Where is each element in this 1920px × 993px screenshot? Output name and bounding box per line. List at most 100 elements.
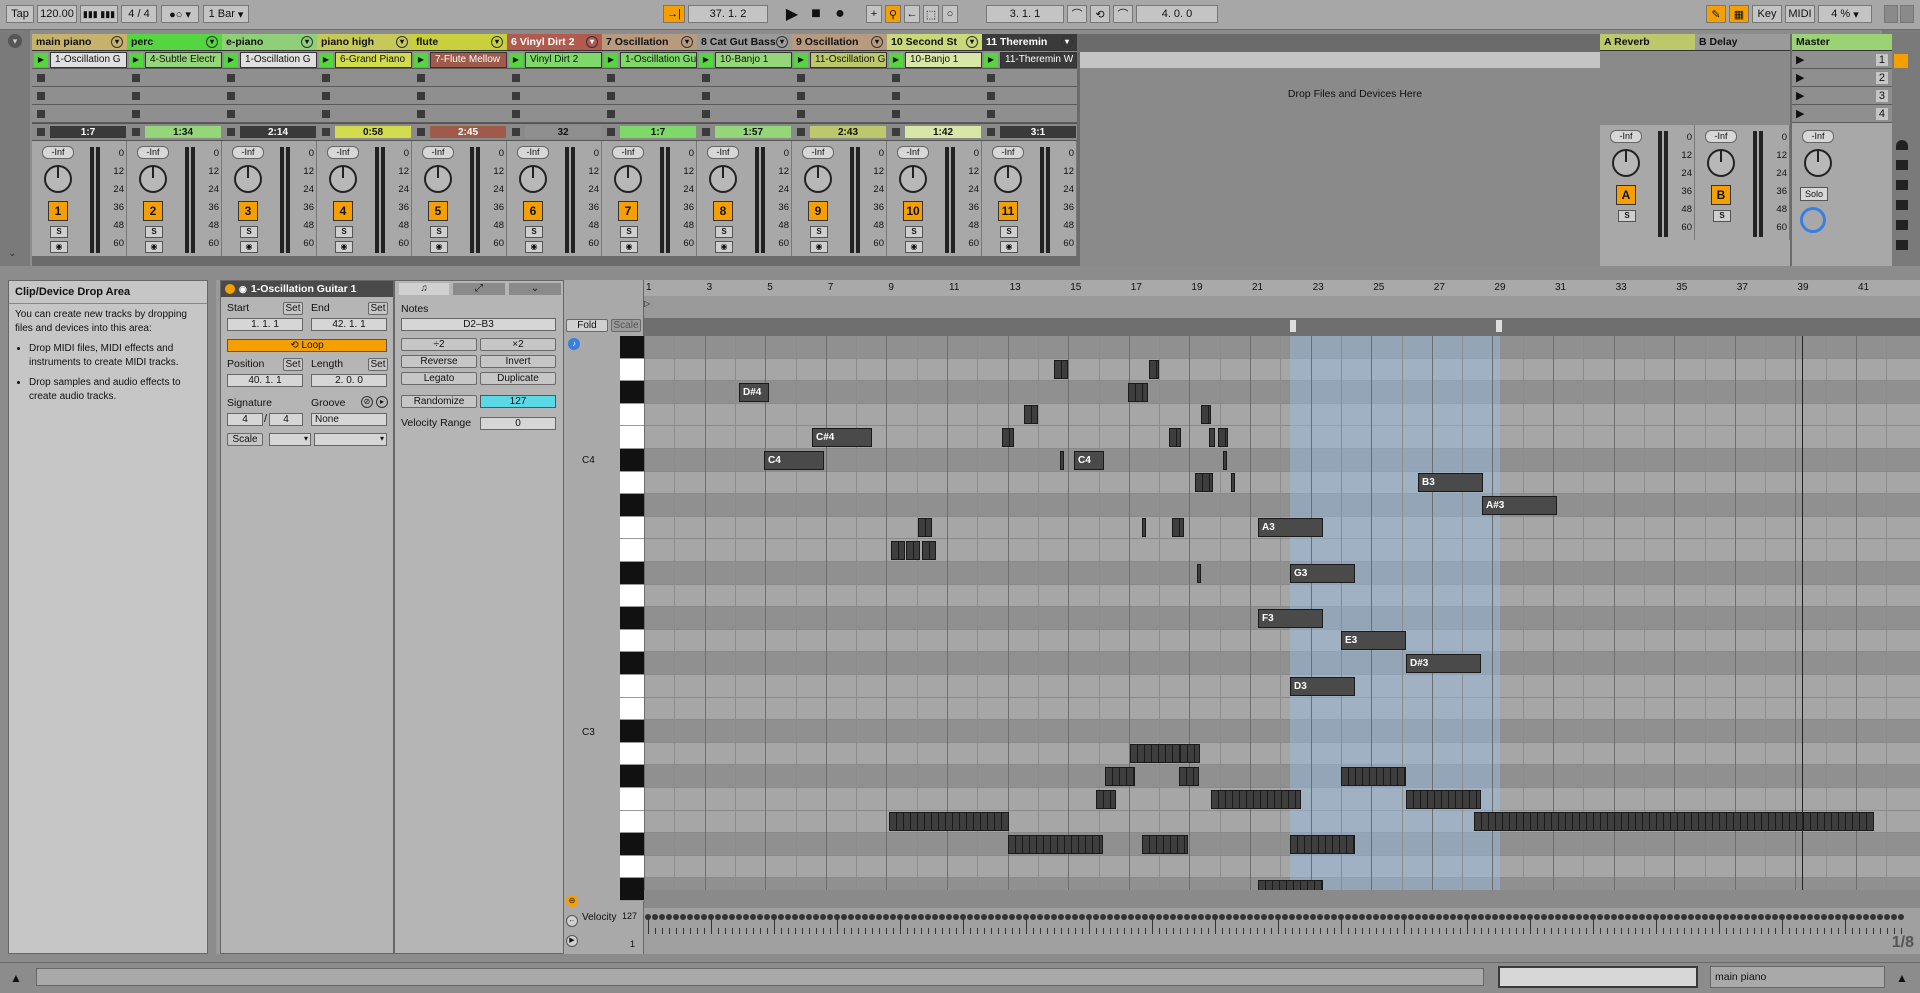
velocity-handle[interactable] <box>1275 914 1281 920</box>
velocity-handle[interactable] <box>1646 914 1652 920</box>
slot-stop-icon[interactable] <box>797 91 805 100</box>
clip-slot[interactable]: ▶ 10-Banjo 1 <box>887 51 982 69</box>
midi-note[interactable] <box>1169 427 1181 447</box>
fold-icon[interactable]: ▾ <box>301 36 313 48</box>
volume-field[interactable]: -Inf <box>707 146 739 159</box>
velocity-handle[interactable] <box>1296 914 1302 920</box>
velocity-handle[interactable] <box>1387 914 1393 920</box>
loop-end-marker[interactable] <box>1496 320 1502 332</box>
clip-slot[interactable]: ▶ Vinyl Dirt 2 <box>507 51 602 69</box>
velocity-handle[interactable] <box>1527 914 1533 920</box>
velocity-lane-icon[interactable]: ⊖ <box>566 895 578 907</box>
clip-slot[interactable] <box>887 105 982 123</box>
length-set-button[interactable]: Set <box>368 358 388 371</box>
track-header[interactable]: e-piano ▾ <box>222 34 317 51</box>
piano-key[interactable] <box>620 675 644 698</box>
clip-slot[interactable] <box>412 87 507 105</box>
velocity-handle[interactable] <box>757 914 763 920</box>
velocity-handle[interactable] <box>1737 914 1743 920</box>
stop-clips-icon[interactable] <box>702 128 710 136</box>
lane-nav-icon[interactable]: ← <box>566 915 578 927</box>
arm-icon[interactable]: ◉ <box>715 241 733 253</box>
midi-note[interactable]: E3 <box>1341 631 1406 651</box>
track-activator[interactable]: 4 <box>333 201 353 221</box>
velocity-handle[interactable] <box>876 914 882 920</box>
editor-scale-button[interactable]: Scale <box>611 319 641 332</box>
arm-icon[interactable]: ◉ <box>1000 241 1018 253</box>
clip-play-icon[interactable]: ▶ <box>224 52 238 67</box>
arm-icon[interactable]: ◉ <box>240 241 258 253</box>
clip-slot[interactable] <box>982 69 1077 87</box>
midi-note[interactable]: G3 <box>1290 563 1355 583</box>
slot-stop-icon[interactable] <box>227 91 235 100</box>
stop-clips-icon[interactable] <box>417 128 425 136</box>
pan-knob[interactable] <box>424 165 452 193</box>
track-activator[interactable]: 10 <box>903 201 923 221</box>
solo-button[interactable]: S <box>50 226 68 238</box>
velocity-handle[interactable] <box>1408 914 1414 920</box>
piano-key[interactable] <box>620 381 644 404</box>
stop-clips-icon[interactable] <box>607 128 615 136</box>
track-header[interactable]: piano high ▾ <box>317 34 412 51</box>
capture-icon[interactable]: ⬚ <box>923 5 939 23</box>
velocity-handle[interactable] <box>1044 914 1050 920</box>
velocity-handle[interactable] <box>1177 914 1183 920</box>
clip-slot[interactable] <box>507 69 602 87</box>
overview-thumbnail[interactable] <box>1498 966 1698 988</box>
scene-play-icon[interactable]: ▶ <box>1796 53 1804 66</box>
solo-button[interactable]: S <box>905 226 923 238</box>
velocity-handle[interactable] <box>1184 914 1190 920</box>
velocity-handle[interactable] <box>1345 914 1351 920</box>
velocity-handle[interactable] <box>1142 914 1148 920</box>
groove-hot-swap-icon[interactable]: ⊘ <box>361 396 373 408</box>
clip-slot[interactable] <box>412 105 507 123</box>
midi-note[interactable] <box>1209 427 1215 447</box>
velocity-handle[interactable] <box>1212 914 1218 920</box>
slot-stop-icon[interactable] <box>227 73 235 82</box>
midi-note[interactable]: F3 <box>1258 608 1323 628</box>
velocity-handle[interactable] <box>652 914 658 920</box>
stop-clips-icon[interactable] <box>892 128 900 136</box>
midi-note[interactable] <box>1130 744 1180 764</box>
slot-stop-icon[interactable] <box>797 73 805 82</box>
velocity-handle[interactable] <box>1016 914 1022 920</box>
clip-slot[interactable]: ▶ 1-Oscillation G <box>32 51 127 69</box>
velocity-handle[interactable] <box>904 914 910 920</box>
clip-play-icon[interactable]: ▶ <box>319 52 333 67</box>
punch-out-icon[interactable]: ⌒ <box>1113 5 1133 23</box>
track-header[interactable]: 11 Theremin ▾ <box>982 34 1077 51</box>
velocity-handle[interactable] <box>1303 914 1309 920</box>
clip-slot[interactable] <box>887 69 982 87</box>
velocity-handle[interactable] <box>680 914 686 920</box>
slot-stop-icon[interactable] <box>892 73 900 82</box>
solo-button[interactable]: S <box>430 226 448 238</box>
clip-slot[interactable] <box>792 105 887 123</box>
automation-arm-icon[interactable]: ⚲ <box>885 5 901 23</box>
velocity-handle[interactable] <box>1884 914 1890 920</box>
browser-toggle-icon[interactable]: ▾ <box>8 34 22 48</box>
record-icon[interactable]: ● <box>830 5 850 23</box>
velocity-handle[interactable] <box>1604 914 1610 920</box>
velocity-handle[interactable] <box>1205 914 1211 920</box>
clip-slot[interactable] <box>792 87 887 105</box>
scene-launch[interactable]: ▶ 1 <box>1792 51 1892 69</box>
clip-slot[interactable] <box>792 69 887 87</box>
midi-note[interactable] <box>1197 563 1201 583</box>
velocity-handle[interactable] <box>1268 914 1274 920</box>
velocity-handle[interactable] <box>1422 914 1428 920</box>
clip-play-icon[interactable]: ▶ <box>509 52 523 67</box>
volume-field[interactable]: -Inf <box>137 146 169 159</box>
piano-key[interactable] <box>620 742 644 766</box>
loop-toggle[interactable]: ⟲ Loop <box>227 339 387 352</box>
punch-in-icon[interactable]: ⌒ <box>1067 5 1087 23</box>
start-field[interactable]: 1. 1. 1 <box>227 318 303 331</box>
piano-key[interactable] <box>620 833 644 856</box>
solo-button[interactable]: S <box>1000 226 1018 238</box>
velocity-handle[interactable] <box>1576 914 1582 920</box>
draw-mode-icon[interactable]: ✎ <box>1706 5 1726 23</box>
velocity-handle[interactable] <box>1079 914 1085 920</box>
end-set-button[interactable]: Set <box>368 302 388 315</box>
scale-root-select[interactable]: ▾ <box>269 433 311 446</box>
solo-button[interactable]: S <box>810 226 828 238</box>
velocity-handle[interactable] <box>1401 914 1407 920</box>
